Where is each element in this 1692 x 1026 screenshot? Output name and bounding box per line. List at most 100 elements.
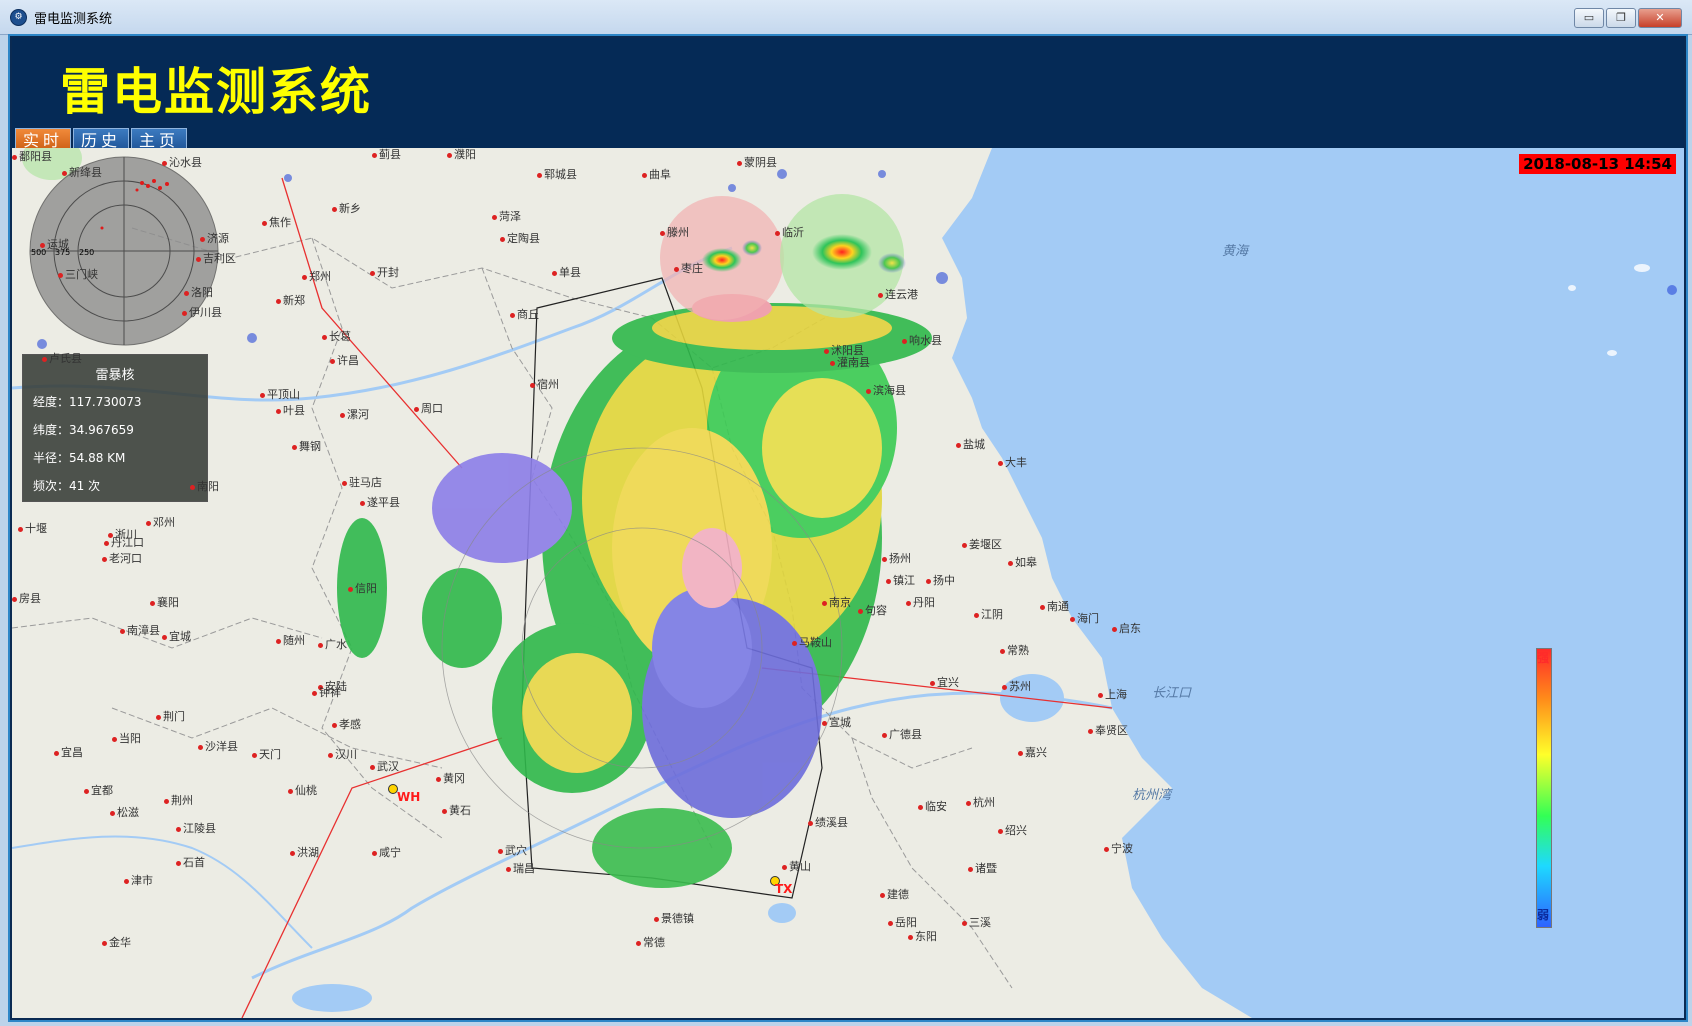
city-label: 十堰 [18, 520, 47, 536]
city-label: 上海 [1098, 686, 1127, 702]
window-titlebar: ⚙ 雷电监测系统 ▭ ❐ ✕ [0, 0, 1692, 35]
city-label: 济源 [200, 230, 229, 246]
city-label: 丹阳 [906, 594, 935, 610]
city-label: 南京 [822, 594, 851, 610]
city-label: 洪湖 [290, 844, 319, 860]
sea-label: 长江口 [1152, 686, 1192, 701]
latitude-value: 纬度：34.967659 [33, 423, 134, 437]
city-label: 津市 [124, 872, 153, 888]
app-header: 雷电监测系统 实时 历史 主页 [12, 38, 1684, 154]
frequency-value: 频次：41 次 [33, 479, 101, 493]
city-label: 枣庄 [674, 260, 703, 276]
city-label: 伊川县 [182, 304, 222, 320]
city-label: 宿州 [530, 376, 559, 392]
city-label: 濮阳 [447, 148, 476, 162]
legend-strong-label: 强 [1536, 651, 1549, 665]
city-label: 诸暨 [968, 860, 997, 876]
app-icon: ⚙ [10, 9, 27, 26]
city-label: 宜昌 [54, 744, 83, 760]
city-label: 松滋 [110, 804, 139, 820]
map-view[interactable]: 2018-08-13 14:54 500 375 250 雷暴核 经度：117.… [12, 148, 1684, 1018]
city-label: 海门 [1070, 610, 1099, 626]
city-label: 三门峡 [58, 266, 98, 282]
city-label: 新绛县 [62, 164, 102, 180]
city-label: 连云港 [878, 286, 918, 302]
city-label: 镇江 [886, 572, 915, 588]
city-label: 宁波 [1104, 840, 1133, 856]
city-label: 新乡 [332, 200, 361, 216]
city-label: 瑞昌 [506, 860, 535, 876]
city-label: 遂平县 [360, 494, 400, 510]
city-label: 蒙阴县 [737, 154, 777, 170]
scope-label-250: 250 [79, 248, 95, 257]
city-label: 开封 [370, 264, 399, 280]
city-label: 响水县 [902, 332, 942, 348]
city-label: 老河口 [102, 550, 142, 566]
city-label: 武穴 [498, 842, 527, 858]
city-label: 荆州 [164, 792, 193, 808]
city-label: 当阳 [112, 730, 141, 746]
city-label: 舞钢 [292, 438, 321, 454]
restore-button[interactable]: ❐ [1606, 8, 1636, 28]
sea-label: 黄海 [1222, 244, 1249, 259]
city-label: 广水 [318, 636, 347, 652]
city-label: 灌南县 [830, 354, 870, 370]
city-label: 绩溪县 [808, 814, 848, 830]
city-label: 襄阳 [150, 594, 179, 610]
close-button[interactable]: ✕ [1638, 8, 1682, 28]
city-label: 丹江口 [104, 534, 144, 550]
intensity-legend [1536, 648, 1552, 928]
city-label: 长葛 [322, 328, 351, 344]
basemap [12, 148, 1684, 1018]
city-label: 叶县 [276, 402, 305, 418]
city-label: 盐城 [956, 436, 985, 452]
storm-cell-info-panel: 雷暴核 经度：117.730073 纬度：34.967659 半径：54.88 … [22, 354, 208, 502]
city-label: 沁水县 [162, 154, 202, 170]
city-label: 房县 [12, 590, 41, 606]
city-label: 周口 [414, 400, 443, 416]
city-label: 咸宁 [372, 844, 401, 860]
city-label: 石首 [176, 854, 205, 870]
city-label: 郑州 [302, 268, 331, 284]
city-label: 蓟县 [372, 148, 401, 162]
city-label: 江陵县 [176, 820, 216, 836]
city-label: 许昌 [330, 352, 359, 368]
city-label: 南阳 [190, 478, 219, 494]
city-label: 菏泽 [492, 208, 521, 224]
city-label: 大丰 [998, 454, 1027, 470]
city-label: 扬中 [926, 572, 955, 588]
city-label: 启东 [1112, 620, 1141, 636]
city-label: 运城 [40, 236, 69, 252]
city-label: 宜兴 [930, 674, 959, 690]
city-label: 三溪 [962, 914, 991, 930]
city-label: 邓州 [146, 514, 175, 530]
city-label: 东阳 [908, 928, 937, 944]
city-label: 景德镇 [654, 910, 694, 926]
city-label: 江阴 [974, 606, 1003, 622]
city-label: 常德 [636, 934, 665, 950]
city-label: 滕州 [660, 224, 689, 240]
city-label: 鄱阳县 [12, 148, 52, 164]
city-label: 嘉兴 [1018, 744, 1047, 760]
city-label: 定陶县 [500, 230, 540, 246]
city-label: 广德县 [882, 726, 922, 742]
city-label: 临安 [918, 798, 947, 814]
city-label: 平顶山 [260, 386, 300, 402]
city-label: 驻马店 [342, 474, 382, 490]
longitude-value: 经度：117.730073 [33, 395, 142, 409]
legend-weak-label: 弱 [1536, 908, 1549, 922]
city-label: 单县 [552, 264, 581, 280]
city-label: 曲阜 [642, 166, 671, 182]
city-label: 新郑 [276, 292, 305, 308]
app-title: 雷电监测系统 [60, 63, 372, 121]
city-label: 钟祥 [312, 684, 341, 700]
city-label: 洛阳 [184, 284, 213, 300]
city-label: 卢氏县 [42, 350, 82, 366]
station-label: WH [397, 790, 421, 804]
minimize-button[interactable]: ▭ [1574, 8, 1604, 28]
city-label: 扬州 [882, 550, 911, 566]
city-label: 常熟 [1000, 642, 1029, 658]
city-label: 黄石 [442, 802, 471, 818]
city-label: 吉利区 [196, 250, 236, 266]
city-label: 商丘 [510, 306, 539, 322]
